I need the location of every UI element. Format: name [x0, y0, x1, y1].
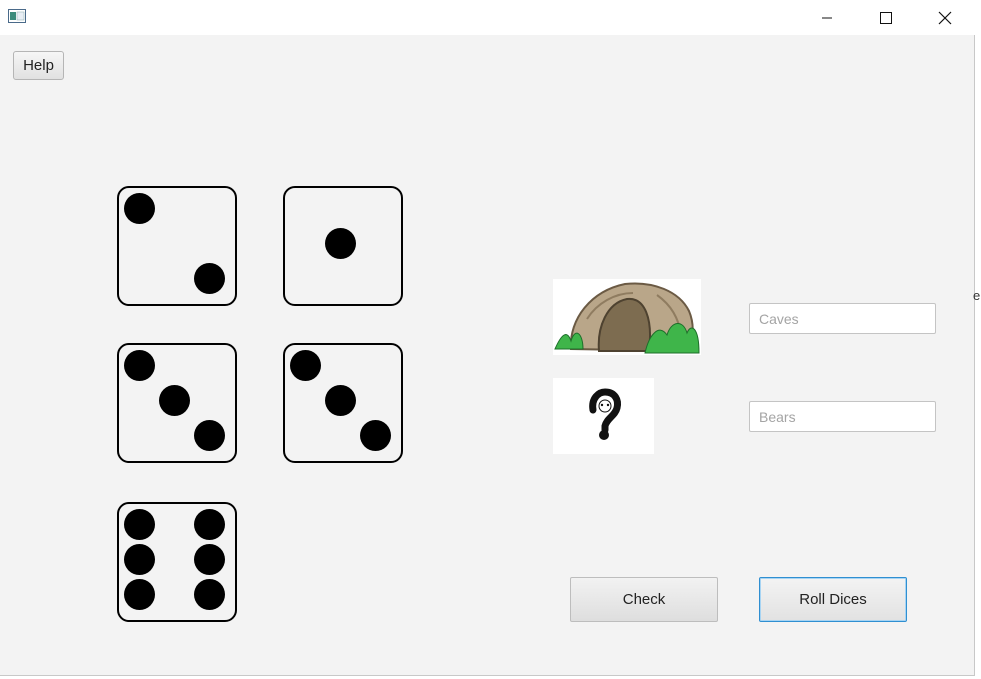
die-1[interactable] — [117, 186, 237, 306]
close-icon — [938, 11, 952, 24]
die-pip — [193, 419, 225, 451]
die-pip — [193, 262, 225, 294]
background-window-text: e — [973, 288, 981, 303]
caves-input[interactable] — [749, 303, 936, 334]
die-2[interactable] — [283, 186, 403, 306]
close-button[interactable] — [916, 0, 974, 35]
die-pip — [193, 543, 225, 575]
die-pip — [324, 227, 356, 259]
die-5[interactable] — [117, 502, 237, 622]
maximize-icon — [880, 11, 892, 24]
die-pip — [123, 578, 155, 610]
roll-dices-button[interactable]: Roll Dices — [759, 577, 907, 622]
die-pip — [193, 578, 225, 610]
die-pip — [324, 384, 356, 416]
help-button[interactable]: Help — [13, 51, 64, 80]
cave-image — [553, 279, 701, 355]
question-mark-bear-image — [553, 378, 654, 454]
die-4[interactable] — [283, 343, 403, 463]
bears-input[interactable] — [749, 401, 936, 432]
minimize-icon — [822, 17, 832, 18]
die-pip — [289, 349, 321, 381]
die-3[interactable] — [117, 343, 237, 463]
die-pip — [359, 419, 391, 451]
die-pip — [123, 192, 155, 224]
die-pip — [158, 384, 190, 416]
die-pip — [123, 349, 155, 381]
title-bar — [0, 0, 975, 35]
die-pip — [193, 508, 225, 540]
app-window: Help Check Roll Dices — [0, 0, 975, 676]
check-button[interactable]: Check — [570, 577, 718, 622]
minimize-button[interactable] — [798, 0, 856, 35]
maximize-button[interactable] — [857, 0, 915, 35]
app-window-icon — [8, 9, 26, 23]
die-pip — [123, 543, 155, 575]
die-pip — [123, 508, 155, 540]
